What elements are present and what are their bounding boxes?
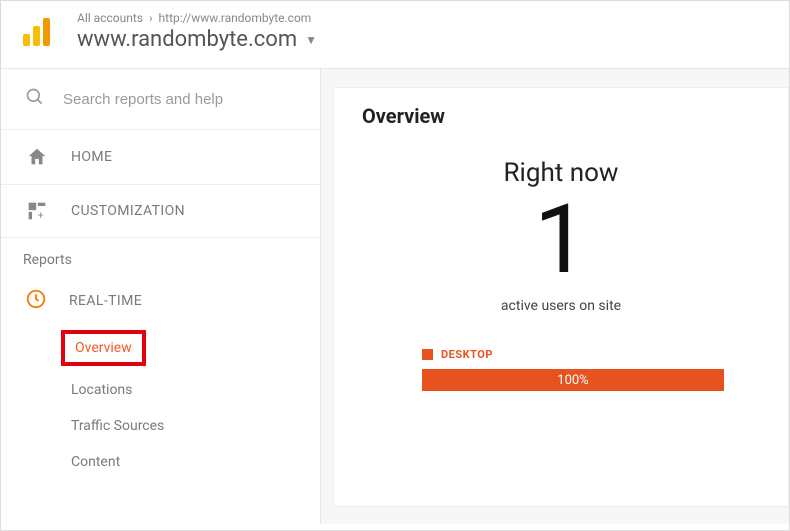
active-users-count: 1 [362, 192, 760, 288]
breadcrumb-property-url[interactable]: http://www.randombyte.com [159, 11, 312, 25]
search-icon [25, 87, 45, 111]
property-name: www.randombyte.com [77, 27, 297, 52]
active-users-caption: active users on site [362, 298, 760, 314]
legend-desktop-label: DESKTOP [441, 348, 493, 361]
overview-card: Overview Right now 1 active users on sit… [333, 87, 789, 507]
sub-item-locations[interactable]: Locations [71, 372, 320, 408]
search-input[interactable] [63, 91, 263, 108]
caret-down-icon: ▼ [305, 33, 317, 47]
sub-item-content[interactable]: Content [71, 444, 320, 480]
property-selector[interactable]: www.randombyte.com ▼ [77, 27, 317, 52]
chevron-right-icon: › [149, 11, 153, 25]
reports-section-label: Reports [1, 238, 320, 278]
breadcrumb[interactable]: All accounts › http://www.randombyte.com [77, 11, 317, 25]
app-header: All accounts › http://www.randombyte.com… [1, 1, 789, 69]
realtime-sublist: Overview Locations Traffic Sources Conte… [1, 326, 320, 480]
sidebar: HOME + CUSTOMIZATION Reports REAL-TIME [1, 69, 321, 524]
dashboard-icon: + [25, 201, 49, 221]
breadcrumb-all-accounts[interactable]: All accounts [77, 11, 143, 25]
nav-home-label: HOME [71, 149, 112, 165]
device-legend: DESKTOP [362, 348, 760, 361]
nav-customization-label: CUSTOMIZATION [71, 203, 185, 219]
header-titles: All accounts › http://www.randombyte.com… [77, 11, 317, 52]
nav-home[interactable]: HOME [1, 130, 320, 185]
search-row[interactable] [1, 69, 320, 130]
main-area: Overview Right now 1 active users on sit… [321, 69, 789, 524]
nav-realtime[interactable]: REAL-TIME [1, 278, 320, 326]
analytics-logo-icon [19, 14, 55, 50]
clock-icon [25, 288, 47, 314]
nav-realtime-label: REAL-TIME [69, 293, 142, 309]
page-title: Overview [362, 104, 760, 128]
sub-item-overview[interactable]: Overview [65, 334, 142, 362]
body-layout: HOME + CUSTOMIZATION Reports REAL-TIME [1, 69, 789, 524]
highlight-overview: Overview [61, 330, 146, 366]
home-icon [25, 146, 49, 168]
device-bar-label: 100% [557, 373, 588, 388]
nav-customization[interactable]: + CUSTOMIZATION [1, 185, 320, 238]
sub-item-traffic-sources[interactable]: Traffic Sources [71, 408, 320, 444]
device-bar: 100% [422, 369, 724, 391]
legend-swatch-icon [422, 349, 433, 360]
svg-text:+: + [38, 211, 44, 222]
